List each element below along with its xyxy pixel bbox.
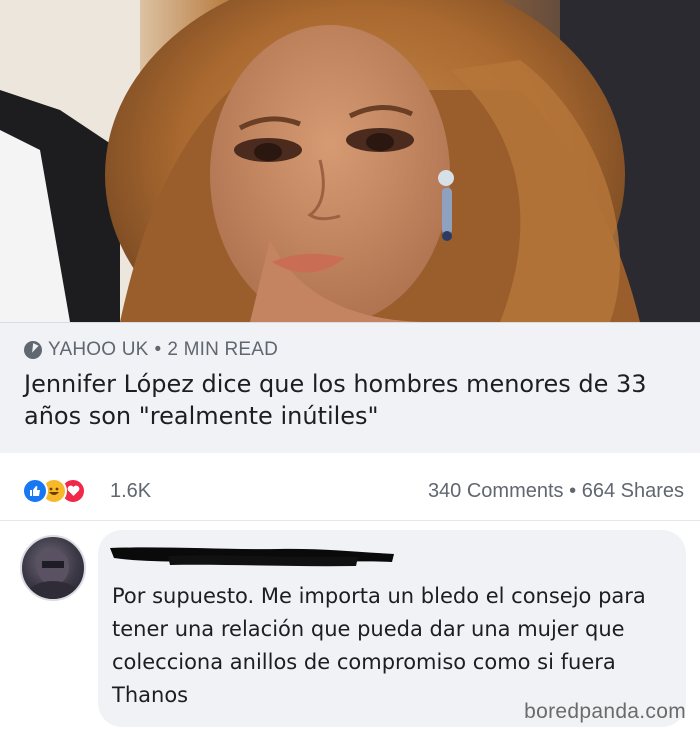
watermark: boredpanda.com bbox=[524, 700, 686, 723]
redacted-name-mark bbox=[110, 547, 394, 567]
reactions-bar: 1.6K 340 Comments • 664 Shares bbox=[0, 466, 700, 516]
reaction-icons[interactable] bbox=[22, 478, 86, 504]
link-preview-card[interactable]: YAHOO UK • 2 MIN READ Jennifer López dic… bbox=[0, 322, 700, 453]
source-row: YAHOO UK • 2 MIN READ bbox=[24, 339, 278, 361]
avatar-image bbox=[27, 549, 79, 599]
source-name: YAHOO UK bbox=[48, 339, 149, 360]
comment-bubble: Por supuesto. Me importa un bledo el con… bbox=[98, 530, 686, 727]
comment-text: Por supuesto. Me importa un bledo el con… bbox=[112, 584, 646, 707]
engagement-separator: • bbox=[569, 480, 577, 502]
like-icon bbox=[22, 478, 48, 504]
divider bbox=[0, 520, 700, 521]
article-headline[interactable]: Jennifer López dice que los hombres meno… bbox=[24, 368, 684, 432]
commenter-avatar[interactable] bbox=[20, 535, 86, 601]
portrait-image bbox=[0, 0, 700, 322]
article-photo[interactable] bbox=[0, 0, 700, 322]
source-separator: • bbox=[154, 339, 162, 360]
source-icon bbox=[24, 341, 42, 359]
reaction-count[interactable]: 1.6K bbox=[110, 480, 151, 503]
engagement-counts: 340 Comments • 664 Shares bbox=[428, 480, 684, 503]
shares-count[interactable]: 664 Shares bbox=[582, 480, 684, 502]
read-time: 2 MIN READ bbox=[167, 339, 279, 360]
comments-count[interactable]: 340 Comments bbox=[428, 480, 564, 502]
